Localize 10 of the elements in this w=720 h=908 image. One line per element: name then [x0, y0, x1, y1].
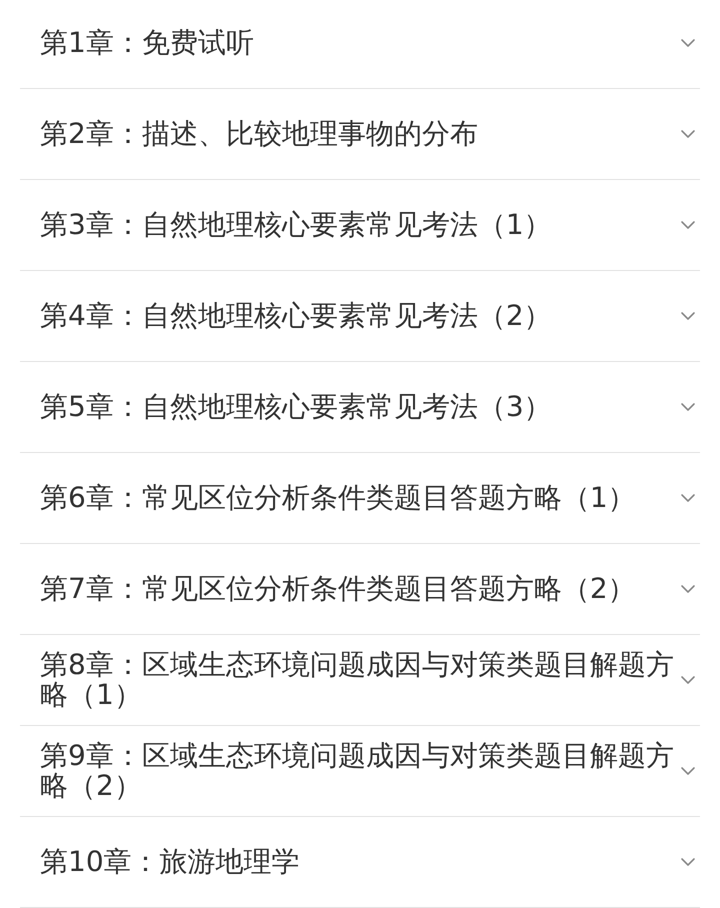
chapter-title: 第4章：自然地理核心要素常见考法（2）: [40, 301, 553, 331]
chapter-title: 第8章：区域生态环境问题成因与对策类题目解题方略（1）: [40, 650, 675, 710]
chapter-title: 第9章：区域生态环境问题成因与对策类题目解题方略（2）: [40, 741, 675, 801]
chapter-title: 第6章：常见区位分析条件类题目答题方略（1）: [40, 483, 637, 513]
chapter-title: 第10章：旅游地理学: [40, 847, 301, 877]
chapter-title: 第3章：自然地理核心要素常见考法（1）: [40, 210, 553, 240]
chapter-title: 第7章：常见区位分析条件类题目答题方略（2）: [40, 574, 637, 604]
chapter-title: 第2章：描述、比较地理事物的分布: [40, 119, 479, 149]
chapter-title: 第1章：免费试听: [40, 28, 255, 58]
chapter-title: 第5章：自然地理核心要素常见考法（3）: [40, 392, 553, 422]
